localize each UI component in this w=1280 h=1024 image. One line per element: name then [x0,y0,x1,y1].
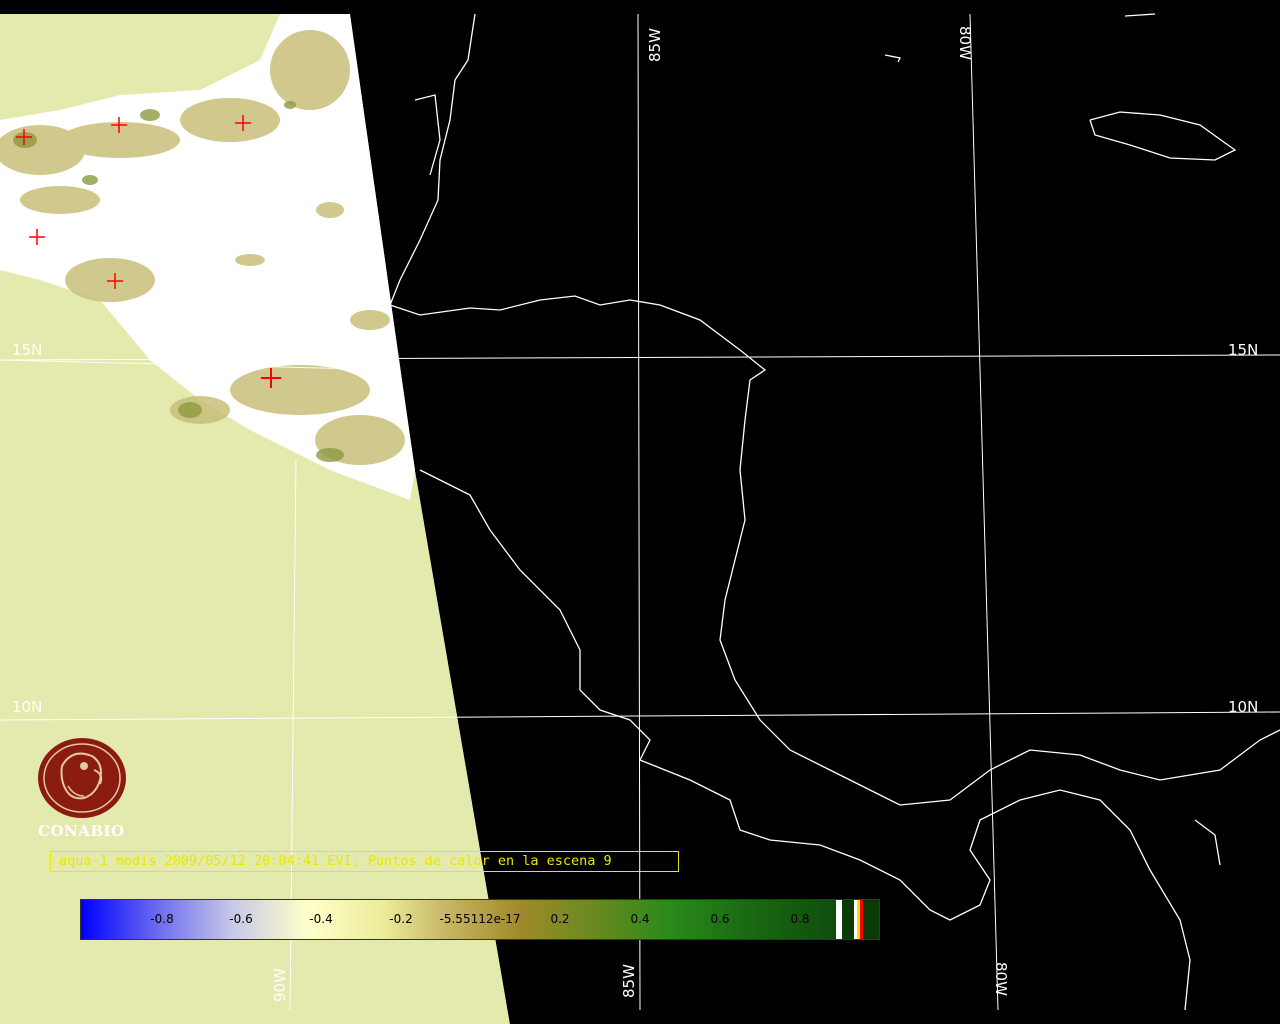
conabio-macaw-icon [38,738,126,818]
colorbar-tick: -5.55112e-17 [439,912,521,926]
logo-name: CONABIO [38,822,125,840]
colorbar-tick: -0.2 [389,912,413,926]
evi-colorbar: -0.8 -0.6 -0.4 -0.2 -5.55112e-17 0.2 0.4… [80,899,880,940]
colorbar-tick: -0.4 [309,912,333,926]
colorbar-tick: 0.6 [710,912,730,926]
scene-caption: aqua-1 modis 2009/05/12 20:04:41 EVI, Pu… [50,851,679,872]
lon-label-80w-top: 80W [956,26,974,60]
colorbar-tick: 0.2 [550,912,570,926]
colorbar-tick: 0.8 [790,912,810,926]
map-viewer: 85W 80W 90W 85W 80W 15N 10N 15N 10N CONA… [0,0,1280,1024]
lat-label-15n-left: 15N [12,341,42,359]
colorbar-ticks: -0.8 -0.6 -0.4 -0.2 -5.55112e-17 0.2 0.4… [81,900,879,939]
lon-label-90w-bottom: 90W [271,968,289,1002]
lat-label-10n-right: 10N [1228,698,1258,716]
colorbar-tick: -0.6 [229,912,253,926]
lon-label-80w-bottom: 80W [992,962,1010,996]
colorbar-tick: -0.8 [150,912,174,926]
colorbar-tick: 0.4 [630,912,650,926]
lat-label-15n-right: 15N [1228,341,1258,359]
lat-label-10n-left: 10N [12,698,42,716]
no-data-region [350,14,1280,1024]
lon-label-85w-bottom: 85W [620,964,638,998]
lon-label-85w-top: 85W [646,28,664,62]
